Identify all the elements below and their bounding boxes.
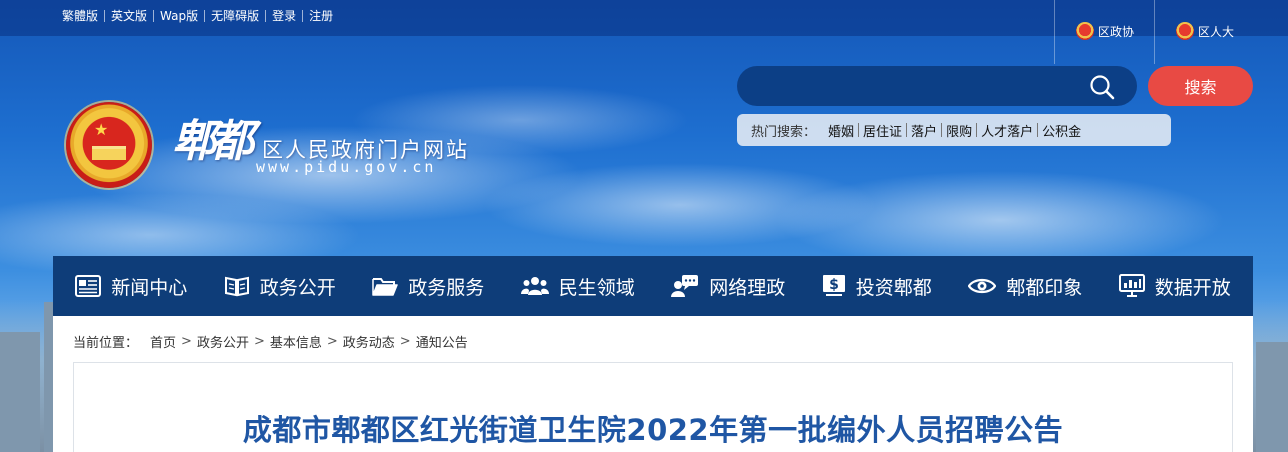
- chat-user-icon: [671, 275, 699, 297]
- hot-search-bar: 热门搜索： 婚姻 居住证 落户 限购 人才落户 公积金: [737, 114, 1171, 146]
- hot-term[interactable]: 居住证: [859, 121, 906, 140]
- link-english[interactable]: 英文版: [105, 8, 153, 24]
- nav-gov-services[interactable]: 政务服务: [372, 256, 484, 316]
- breadcrumb-gov-news[interactable]: 政务动态: [343, 332, 395, 351]
- nav-invest[interactable]: $ 投资郫都: [822, 256, 932, 316]
- search-button[interactable]: 搜索: [1148, 66, 1253, 106]
- link-cppcc[interactable]: 区政协: [1076, 22, 1134, 40]
- star-icon: ★: [94, 120, 109, 139]
- national-emblem-logo: ★: [66, 102, 152, 188]
- link-login[interactable]: 登录: [266, 8, 302, 24]
- breadcrumb-home[interactable]: 首页: [150, 332, 176, 351]
- top-links: 繁體版 英文版 Wap版 无障碍版 登录 注册: [56, 8, 339, 24]
- nav-news[interactable]: 新闻中心: [75, 256, 187, 316]
- tiananmen-icon: [92, 146, 126, 160]
- search-input[interactable]: [737, 66, 1137, 106]
- search-icon[interactable]: [1088, 73, 1116, 101]
- breadcrumb-notices[interactable]: 通知公告: [416, 332, 468, 351]
- site-calligraphy: 郫都: [172, 116, 254, 167]
- link-cppcc-label: 区政协: [1098, 24, 1135, 39]
- people-icon: [520, 277, 549, 295]
- hot-term[interactable]: 限购: [942, 121, 976, 140]
- link-traditional[interactable]: 繁體版: [56, 8, 104, 24]
- nav-gov-affairs[interactable]: 政务公开: [224, 256, 336, 316]
- npc-emblem-icon: [1176, 22, 1194, 40]
- book-icon: [224, 276, 249, 297]
- site-url: www.pidu.gov.cn: [256, 158, 437, 176]
- svg-text:$: $: [829, 277, 839, 293]
- nav-gov-services-label: 政务服务: [408, 276, 485, 299]
- hot-term[interactable]: 落户: [907, 121, 941, 140]
- nav-impression-label: 郫都印象: [1006, 276, 1083, 299]
- link-wap[interactable]: Wap版: [154, 8, 204, 24]
- link-register[interactable]: 注册: [303, 8, 339, 24]
- hot-search-label: 热门搜索：: [751, 124, 817, 140]
- main-content: 当前位置： 首页 > 政务公开 > 基本信息 > 政务动态 > 通知公告 成都市…: [53, 316, 1253, 452]
- nav-online-governance[interactable]: 网络理政: [671, 256, 785, 316]
- hot-term[interactable]: 公积金: [1038, 121, 1085, 140]
- article-title: 成都市郫都区红光街道卫生院2022年第一批编外人员招聘公告: [242, 413, 1064, 447]
- breadcrumb-separator: >: [399, 334, 411, 349]
- monitor-icon: [1118, 274, 1145, 297]
- link-accessible[interactable]: 无障碍版: [205, 8, 265, 24]
- newspaper-icon: [75, 275, 102, 297]
- hot-term[interactable]: 婚姻: [824, 121, 858, 140]
- link-npc-label: 区人大: [1198, 24, 1235, 39]
- main-nav: 新闻中心 政务公开 政务服务 民生领域 网络理政 $ 投资郫都 郫都印象 数据开…: [53, 256, 1253, 316]
- nav-open-data-label: 数据开放: [1154, 276, 1231, 299]
- breadcrumb: 当前位置： 首页 > 政务公开 > 基本信息 > 政务动态 > 通知公告: [73, 332, 468, 351]
- breadcrumb-label: 当前位置：: [73, 336, 139, 351]
- nav-open-data[interactable]: 数据开放: [1118, 256, 1231, 316]
- breadcrumb-separator: >: [253, 334, 265, 349]
- link-npc[interactable]: 区人大: [1176, 22, 1234, 40]
- nav-livelihood-label: 民生领域: [558, 276, 635, 299]
- divider: [1054, 0, 1055, 64]
- breadcrumb-separator: >: [326, 334, 338, 349]
- hot-term[interactable]: 人才落户: [977, 121, 1037, 140]
- nav-online-governance-label: 网络理政: [709, 276, 786, 299]
- dollar-icon: $: [822, 275, 845, 296]
- nav-invest-label: 投资郫都: [855, 276, 932, 299]
- divider: [1154, 0, 1155, 64]
- folder-icon: [372, 278, 398, 296]
- related-sites: 区政协 区人大: [1054, 0, 1288, 64]
- cppcc-emblem-icon: [1076, 22, 1094, 40]
- article-container: 成都市郫都区红光街道卫生院2022年第一批编外人员招聘公告: [73, 362, 1233, 452]
- nav-impression[interactable]: 郫都印象: [968, 256, 1082, 316]
- nav-gov-affairs-label: 政务公开: [259, 276, 336, 299]
- nav-livelihood[interactable]: 民生领域: [520, 256, 635, 316]
- breadcrumb-basic-info[interactable]: 基本信息: [270, 332, 322, 351]
- eye-icon: [968, 278, 997, 294]
- nav-news-label: 新闻中心: [111, 276, 188, 299]
- breadcrumb-separator: >: [181, 334, 192, 349]
- breadcrumb-gov-affairs[interactable]: 政务公开: [197, 332, 249, 351]
